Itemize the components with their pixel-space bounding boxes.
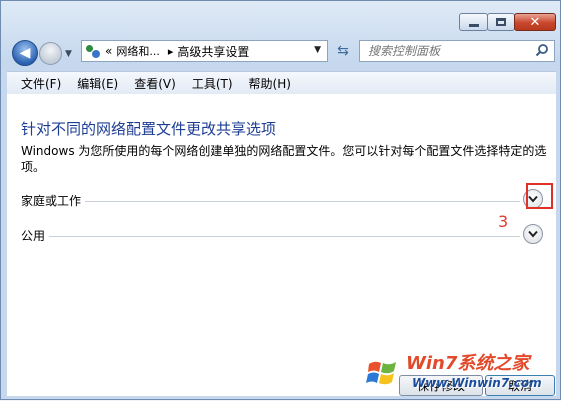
back-button[interactable]: ◀ <box>12 40 38 66</box>
menu-file[interactable]: 文件(F) <box>21 75 61 92</box>
breadcrumb-separator-icon[interactable]: ▸ <box>168 45 174 58</box>
watermark-brand: Win7系统之家 <box>406 353 530 374</box>
section-home-work-label: 家庭或工作 <box>21 192 86 209</box>
menu-edit[interactable]: 编辑(E) <box>77 75 118 92</box>
breadcrumb-advanced-sharing[interactable]: 高级共享设置 <box>177 43 249 60</box>
watermark: Win7系统之家 Www.Winwin7.com <box>356 346 561 401</box>
forward-button[interactable] <box>39 42 62 65</box>
explorer-window: ✕ ◀ ▼ « 网络和... ▸ 高级共享设置 ▼ ⇆ 文件(F) 编辑(E) … <box>0 0 561 400</box>
recent-pages-dropdown-icon[interactable]: ▼ <box>65 49 72 59</box>
search-box[interactable] <box>359 40 555 62</box>
minimize-button[interactable] <box>459 13 488 31</box>
menu-help[interactable]: 帮助(H) <box>249 75 291 92</box>
address-bar[interactable]: « 网络和... ▸ 高级共享设置 ▼ <box>81 40 328 62</box>
chevron-down-icon <box>528 230 538 238</box>
annotation-step-number: 3 <box>498 212 509 231</box>
maximize-button[interactable] <box>487 13 515 31</box>
address-dropdown-icon[interactable]: ▼ <box>314 45 321 55</box>
section-public-label: 公用 <box>21 227 50 244</box>
page-title: 针对不同的网络配置文件更改共享选项 <box>21 120 277 138</box>
refresh-icon: ⇆ <box>337 43 349 59</box>
watermark-url: Www.Winwin7.com <box>412 376 542 390</box>
close-icon: ✕ <box>529 14 541 30</box>
menu-view[interactable]: 查看(V) <box>134 75 176 92</box>
annotation-highlight-box <box>526 183 553 209</box>
search-icon[interactable] <box>535 43 549 57</box>
back-arrow-icon: ◀ <box>19 45 31 61</box>
section-public[interactable]: 公用 <box>21 224 548 247</box>
menu-bar: 文件(F) 编辑(E) 查看(V) 工具(T) 帮助(H) <box>7 71 556 95</box>
minimize-icon <box>468 23 479 27</box>
close-button[interactable]: ✕ <box>514 13 556 31</box>
breadcrumb-network[interactable]: 网络和... <box>116 43 160 59</box>
page-description: Windows 为您所使用的每个网络创建单独的网络配置文件。您可以针对每个配置文… <box>21 144 547 174</box>
section-home-work[interactable]: 家庭或工作 <box>21 189 548 212</box>
refresh-button[interactable]: ⇆ <box>331 41 355 61</box>
expand-public-button[interactable] <box>523 224 543 244</box>
section-divider <box>21 236 520 237</box>
network-icon <box>85 43 101 59</box>
menu-tools[interactable]: 工具(T) <box>192 75 233 92</box>
maximize-icon <box>496 18 506 26</box>
section-divider <box>21 201 520 202</box>
address-overflow[interactable]: « <box>105 44 112 58</box>
search-input[interactable] <box>360 43 535 59</box>
windows-logo-icon <box>366 361 396 385</box>
